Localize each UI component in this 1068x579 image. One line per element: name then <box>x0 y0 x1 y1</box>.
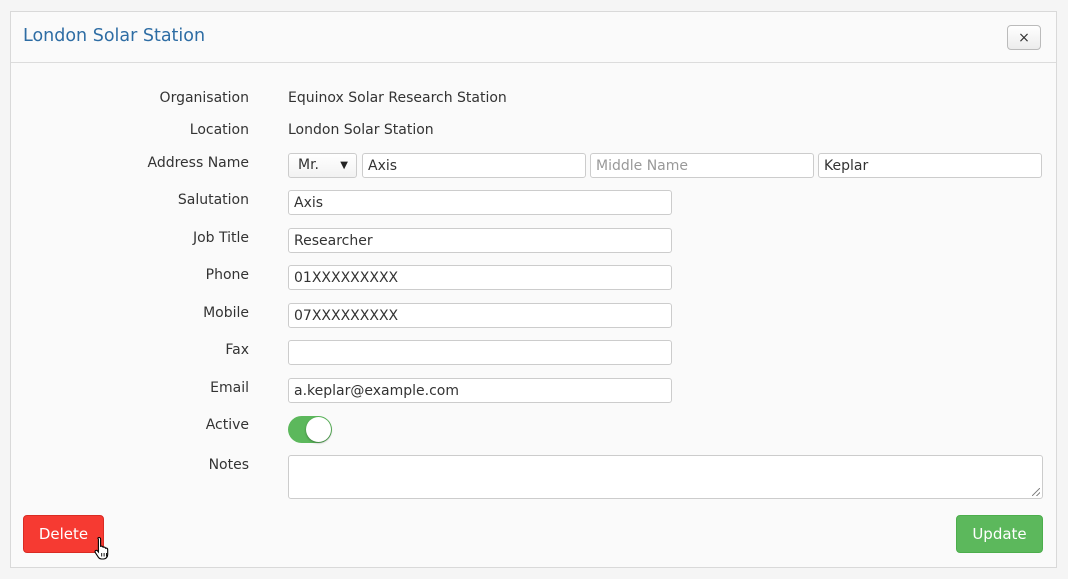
close-button[interactable]: × <box>1007 25 1041 50</box>
salutation-input[interactable] <box>288 190 672 215</box>
title-select-value: Mr. <box>298 157 319 173</box>
phone-label: Phone <box>205 267 249 283</box>
mobile-input[interactable] <box>288 303 672 328</box>
mobile-label: Mobile <box>203 305 249 321</box>
notes-textarea[interactable] <box>288 455 1043 499</box>
delete-button[interactable]: Delete <box>23 515 104 553</box>
contact-dialog: London Solar Station × Organisation Equi… <box>10 11 1057 568</box>
toggle-knob <box>306 417 331 442</box>
location-label: Location <box>189 122 249 138</box>
address-name-label: Address Name <box>147 155 249 171</box>
middle-name-input[interactable] <box>590 153 814 178</box>
email-label: Email <box>210 380 249 396</box>
job-title-label: Job Title <box>192 230 249 246</box>
location-value: London Solar Station <box>288 122 434 138</box>
notes-label: Notes <box>208 457 249 473</box>
dialog-header: London Solar Station × <box>11 12 1056 63</box>
organisation-label: Organisation <box>159 90 249 106</box>
fax-label: Fax <box>225 342 249 358</box>
dialog-title: London Solar Station <box>23 26 206 46</box>
update-button[interactable]: Update <box>956 515 1043 553</box>
close-icon: × <box>1018 29 1030 46</box>
title-select[interactable]: Mr. ▼ <box>288 153 357 178</box>
salutation-label: Salutation <box>177 192 249 208</box>
chevron-down-icon: ▼ <box>340 160 348 171</box>
first-name-input[interactable] <box>362 153 586 178</box>
hand-pointer-icon <box>94 536 109 560</box>
update-button-label: Update <box>972 525 1027 543</box>
organisation-value: Equinox Solar Research Station <box>288 90 507 106</box>
resize-grip-icon[interactable] <box>1032 488 1040 496</box>
email-input[interactable] <box>288 378 672 403</box>
fax-input[interactable] <box>288 340 672 365</box>
last-name-input[interactable] <box>818 153 1042 178</box>
job-title-input[interactable] <box>288 228 672 253</box>
active-toggle[interactable] <box>288 416 332 443</box>
active-label: Active <box>205 417 249 433</box>
delete-button-label: Delete <box>38 525 89 543</box>
phone-input[interactable] <box>288 265 672 290</box>
